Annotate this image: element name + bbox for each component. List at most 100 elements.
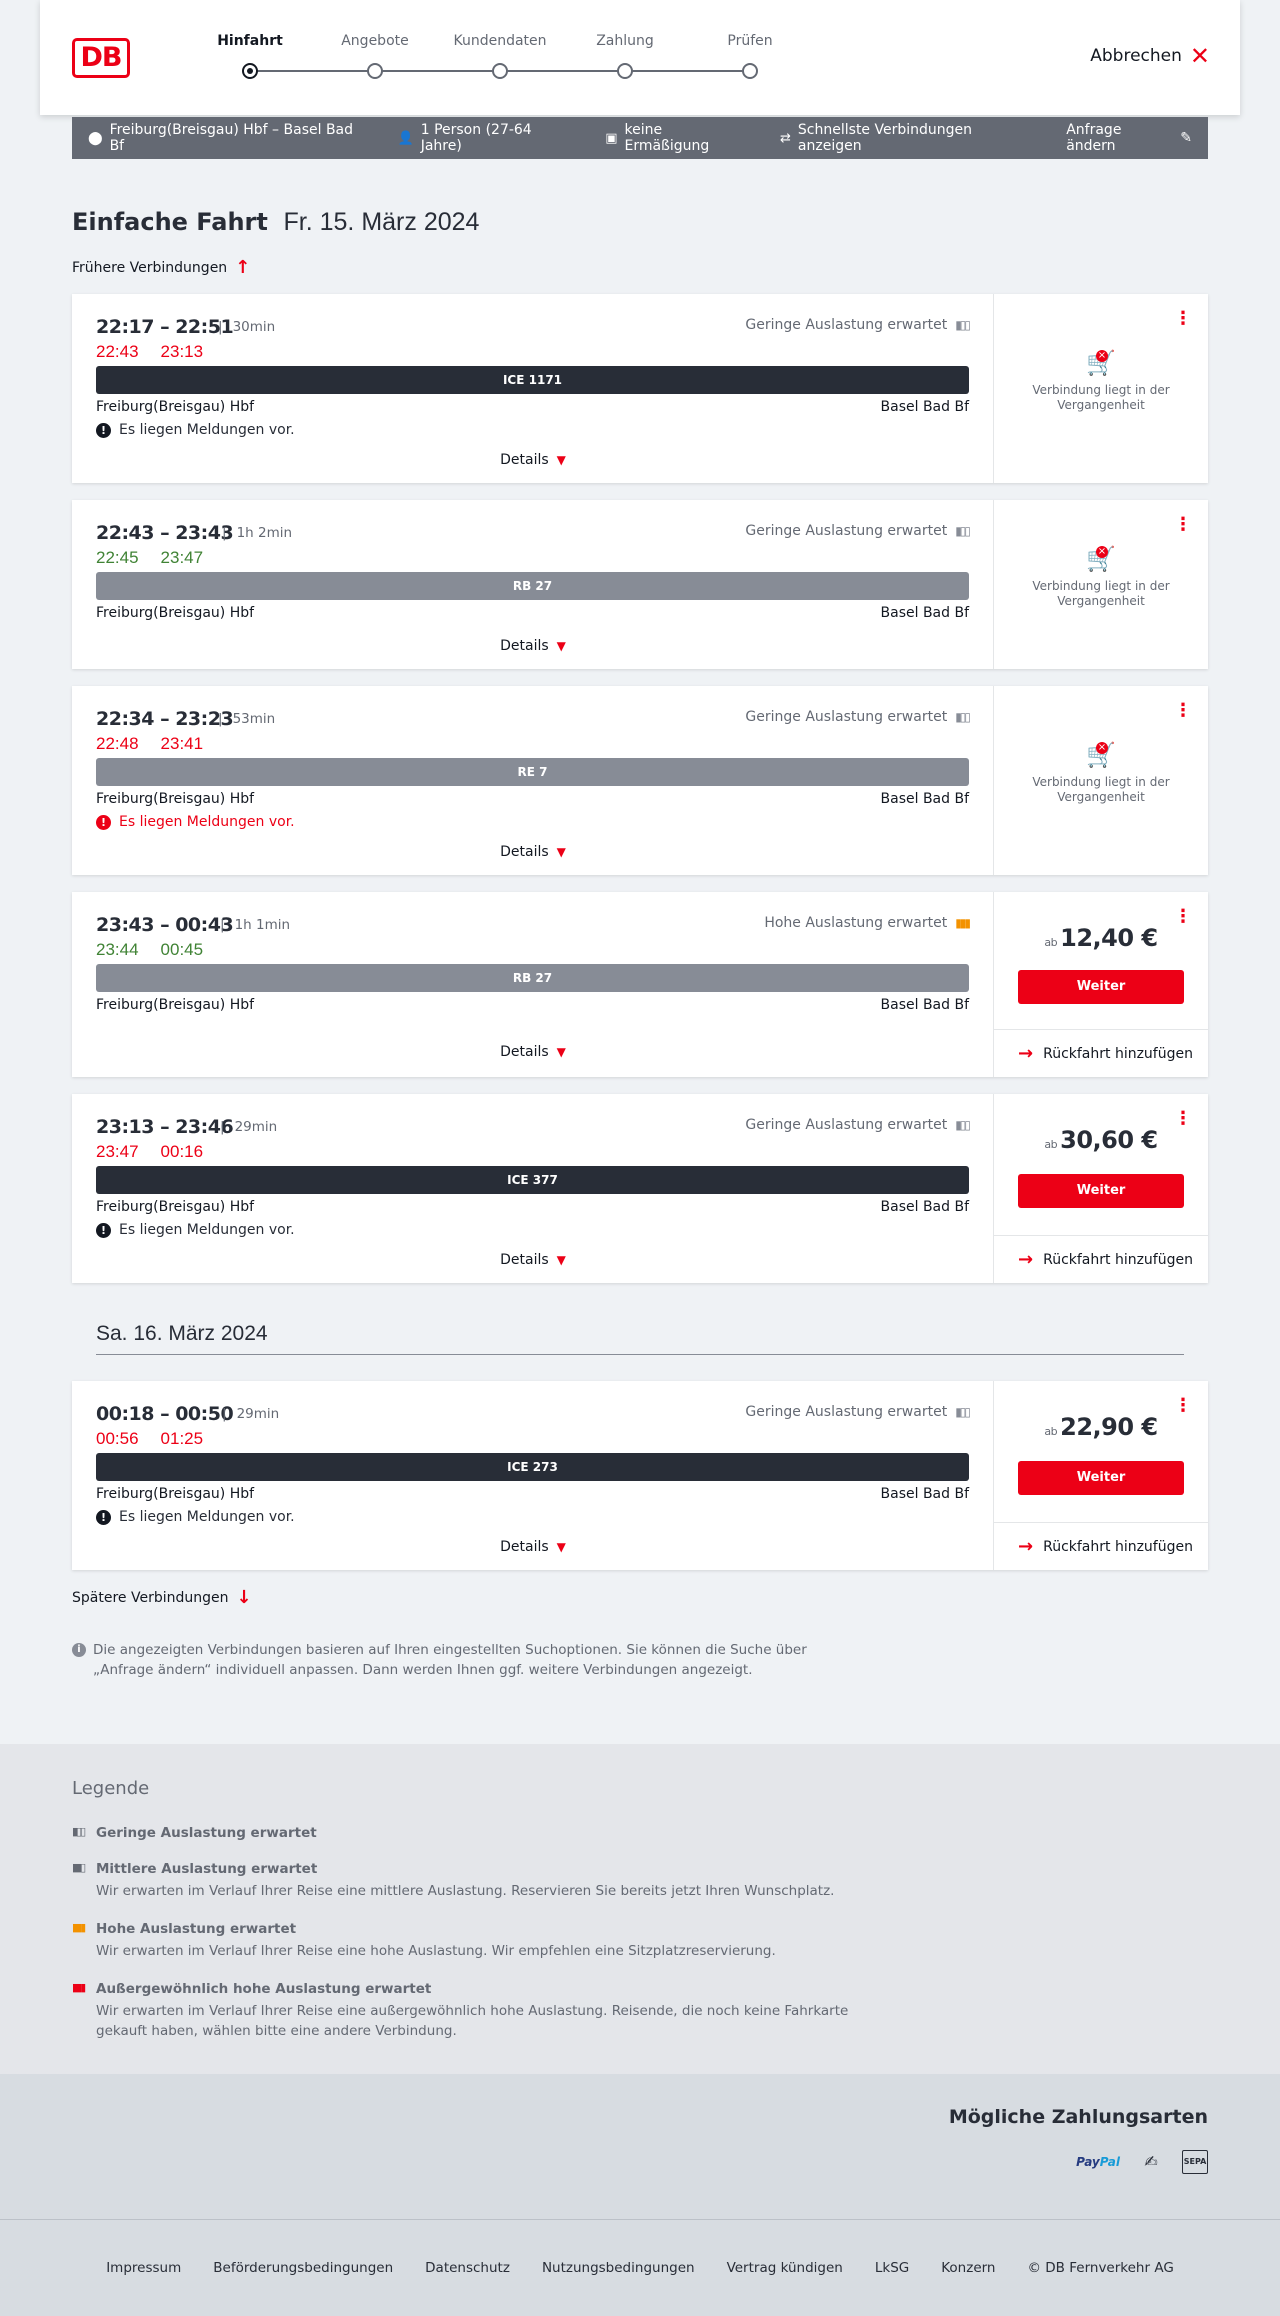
footer: Impressum Beförderungsbedingungen Datens…	[0, 2219, 1280, 2316]
details-toggle[interactable]: Details ▼	[72, 1539, 994, 1555]
cart-unavailable-icon: 🛒	[1086, 546, 1116, 571]
train-bar[interactable]: RE 7	[96, 758, 969, 786]
past-notice-line1: Verbindung liegt in der	[1032, 775, 1170, 789]
step-dot	[742, 63, 758, 79]
destination-station: Basel Bad Bf	[880, 1199, 969, 1215]
occupancy-label: Geringe Auslastung erwartet	[745, 1117, 948, 1133]
duration: 53min	[218, 711, 276, 727]
offer-panel: ⋮ ab 22,90 € Weiter → Rückfahrt hinzufüge…	[994, 1381, 1208, 1570]
footer-link-vertrag-kuendigen[interactable]: Vertrag kündigen	[727, 2260, 843, 2276]
occupancy-low-icon: ▮▯▯	[955, 318, 971, 332]
occupancy-low-icon: ▮▯▯	[72, 1825, 86, 1838]
chevron-down-icon: ▼	[556, 639, 566, 653]
message-notice: ! Es liegen Meldungen vor.	[96, 422, 295, 438]
footer-link-datenschutz[interactable]: Datenschutz	[425, 2260, 510, 2276]
origin-station: Freiburg(Breisgau) Hbf	[96, 399, 255, 415]
details-toggle[interactable]: Details ▼	[72, 844, 994, 860]
duration: 29min	[220, 1119, 278, 1135]
cart-unavailable-icon: 🛒	[1086, 742, 1116, 767]
payment-methods-section: Mögliche Zahlungsarten PayPal ✍ SEPA	[0, 2074, 1280, 2219]
step-dot	[617, 63, 633, 79]
occupancy-low-icon: ▮▯▯	[955, 1405, 971, 1419]
db-logo[interactable]: DB	[72, 38, 130, 78]
details-label: Details	[500, 638, 549, 654]
edit-search-button[interactable]: Anfrage ändern ✎	[1066, 122, 1192, 154]
price-value: 30,60 €	[1060, 1126, 1158, 1154]
legend-item: ▮▮▮ Hohe Auslastung erwartet Wir erwarten…	[72, 1921, 852, 1961]
details-toggle[interactable]: Details ▼	[72, 1252, 994, 1268]
footer-link-lksg[interactable]: LkSG	[875, 2260, 909, 2276]
summary-route: ⬤ Freiburg(Breisgau) Hbf – Basel Bad Bf	[88, 122, 366, 154]
edit-search-label: Anfrage ändern	[1066, 122, 1122, 154]
location-pin-icon: ⬤	[88, 130, 103, 146]
past-notice-line1: Verbindung liegt in der	[1032, 383, 1170, 397]
realtime-times: 22:48 23:41	[96, 734, 225, 754]
train-bar[interactable]: ICE 273	[96, 1453, 969, 1481]
connection-card: 22:34 – 23:23 53min 22:48 23:41 Geringe A…	[72, 686, 1208, 875]
close-icon: ✕	[1189, 42, 1210, 70]
more-options-icon[interactable]: ⋮	[1174, 702, 1192, 720]
occupancy-low-icon: ▮▯▯	[955, 1118, 971, 1132]
connection-card: 22:43 – 23:43 1h 2min 22:45 23:47 Geringe…	[72, 500, 1208, 669]
train-bar[interactable]: ICE 1171	[96, 366, 969, 394]
continue-button[interactable]: Weiter	[1018, 1174, 1184, 1208]
step-angebote: Angebote	[315, 33, 435, 79]
step-label: Kundendaten	[453, 33, 547, 49]
continue-button[interactable]: Weiter	[1018, 1461, 1184, 1495]
travel-date: Fr. 15. März 2024	[283, 208, 480, 236]
paypal-text-b: Pal	[1099, 2155, 1120, 2169]
planned-times: 23:13 – 23:46	[96, 1116, 234, 1138]
cart-unavailable-icon: 🛒	[1086, 350, 1116, 375]
train-bar[interactable]: RB 27	[96, 964, 969, 992]
occupancy-label: Hohe Auslastung erwartet	[764, 915, 948, 931]
train-bar[interactable]: ICE 377	[96, 1166, 969, 1194]
trip-type: Einfache Fahrt	[72, 208, 268, 236]
add-return-label: Rückfahrt hinzufügen	[1043, 1538, 1193, 1555]
realtime-departure: 23:47	[96, 1142, 139, 1161]
add-return-trip-button[interactable]: → Rückfahrt hinzufügen	[994, 1522, 1208, 1570]
later-connections-link[interactable]: Spätere Verbindungen ↓	[72, 1587, 252, 1608]
more-options-icon[interactable]: ⋮	[1174, 310, 1192, 328]
details-label: Details	[500, 1252, 549, 1268]
legend-item-title: Außergewöhnlich hohe Auslastung erwartet	[96, 1981, 432, 1997]
past-notice-line2: Vergangenheit	[1057, 398, 1145, 412]
realtime-times: 00:56 01:25	[96, 1429, 225, 1449]
details-toggle[interactable]: Details ▼	[72, 1044, 994, 1060]
occupancy-label: Geringe Auslastung erwartet	[745, 523, 948, 539]
earlier-connections-link[interactable]: Frühere Verbindungen ↑	[72, 257, 250, 278]
footer-copyright[interactable]: © DB Fernverkehr AG	[1028, 2260, 1174, 2276]
cancel-button[interactable]: Abbrechen ✕	[1090, 42, 1210, 70]
price-prefix: ab	[1044, 1138, 1058, 1151]
person-icon: 👤	[397, 130, 414, 146]
more-options-icon[interactable]: ⋮	[1174, 516, 1192, 534]
destination-station: Basel Bad Bf	[880, 997, 969, 1013]
footer-link-konzern[interactable]: Konzern	[941, 2260, 995, 2276]
details-label: Details	[500, 1539, 549, 1555]
duration: 1h 1min	[220, 917, 290, 933]
price-prefix: ab	[1044, 936, 1058, 949]
price-value: 12,40 €	[1060, 924, 1158, 952]
past-connection-notice: 🛒 Verbindung liegt in der Vergangenheit	[994, 546, 1208, 609]
footer-link-befoerderungsbedingungen[interactable]: Beförderungsbedingungen	[213, 2260, 393, 2276]
realtime-arrival: 00:16	[160, 1142, 204, 1161]
duration: 29min	[222, 1406, 280, 1422]
summary-discount-text: keine Ermäßigung	[624, 122, 710, 154]
details-toggle[interactable]: Details ▼	[72, 452, 994, 468]
footer-link-impressum[interactable]: Impressum	[106, 2260, 181, 2276]
past-notice-line2: Vergangenheit	[1057, 790, 1145, 804]
summary-travellers-text: 1 Person (27-64 Jahre)	[420, 122, 532, 154]
train-bar[interactable]: RB 27	[96, 572, 969, 600]
details-toggle[interactable]: Details ▼	[72, 638, 994, 654]
connection-card: 22:17 – 22:51 30min 22:43 23:13 Geringe A…	[72, 294, 1208, 483]
header: DB Hinfahrt Angebote Kundendaten Zahlung…	[40, 0, 1240, 115]
duration: 1h 2min	[222, 525, 292, 541]
payment-icons: PayPal ✍ SEPA	[1076, 2150, 1208, 2174]
stations: Freiburg(Breisgau) Hbf Basel Bad Bf	[96, 399, 969, 415]
add-return-trip-button[interactable]: → Rückfahrt hinzufügen	[994, 1029, 1208, 1077]
message-notice: ! Es liegen Meldungen vor.	[96, 814, 295, 830]
continue-button[interactable]: Weiter	[1018, 970, 1184, 1004]
destination-station: Basel Bad Bf	[880, 791, 969, 807]
add-return-trip-button[interactable]: → Rückfahrt hinzufügen	[994, 1235, 1208, 1283]
footer-link-nutzungsbedingungen[interactable]: Nutzungsbedingungen	[542, 2260, 695, 2276]
stations: Freiburg(Breisgau) Hbf Basel Bad Bf	[96, 1486, 969, 1502]
